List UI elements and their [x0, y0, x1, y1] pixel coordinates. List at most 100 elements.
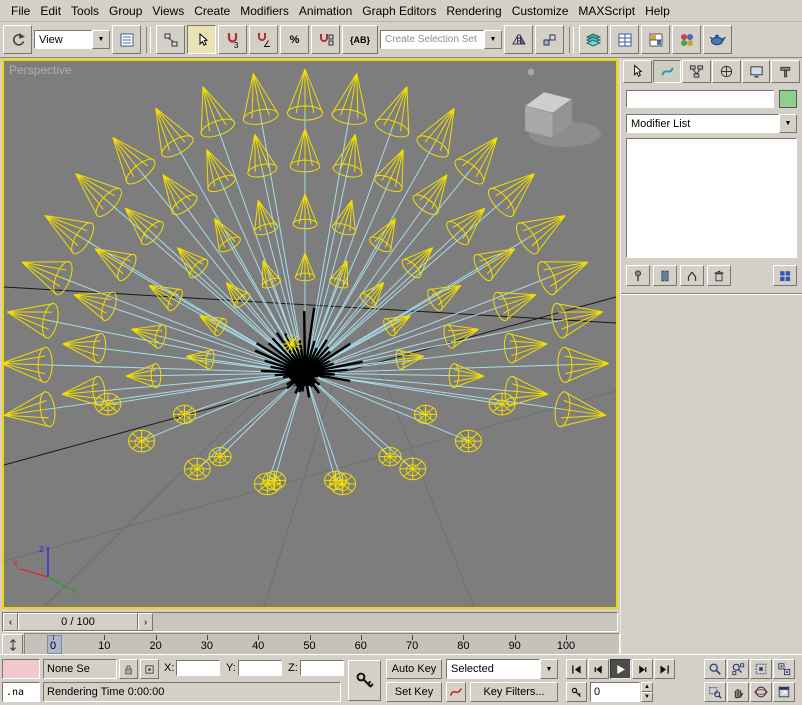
time-slider-track[interactable]: ‹ 0 / 100 ›: [2, 612, 618, 632]
zoom-extents-button[interactable]: [750, 659, 772, 679]
object-name-field[interactable]: [626, 90, 774, 108]
spinner-up-icon[interactable]: ▲: [641, 682, 653, 692]
menu-group[interactable]: Group: [104, 1, 147, 21]
min-max-toggle-button[interactable]: [773, 682, 795, 702]
menu-help[interactable]: Help: [640, 1, 675, 21]
zoom-button[interactable]: [704, 659, 726, 679]
next-frame-button[interactable]: [632, 659, 653, 679]
select-object-button[interactable]: [187, 25, 216, 54]
make-unique-button[interactable]: [680, 265, 704, 286]
mirror-button[interactable]: [504, 25, 533, 54]
named-selection-set-dropdown[interactable]: Create Selection Set ▼: [380, 30, 502, 49]
field-of-view-button[interactable]: [704, 682, 726, 702]
modify-tab[interactable]: [653, 60, 682, 83]
status-bar: .na None Se X: Y: Z: Rendering Time 0:00…: [0, 654, 802, 705]
zoom-all-icon: [731, 662, 745, 676]
menu-bar: FileEditToolsGroupViewsCreateModifiersAn…: [0, 0, 802, 22]
menu-customize[interactable]: Customize: [507, 1, 574, 21]
y-coord-field[interactable]: [238, 660, 282, 676]
frame-spinner[interactable]: ▲ ▼: [641, 682, 653, 702]
menu-file[interactable]: File: [6, 1, 35, 21]
pan-button[interactable]: [727, 682, 749, 702]
undo-button[interactable]: [3, 25, 32, 54]
menu-tools[interactable]: Tools: [66, 1, 104, 21]
create-tab[interactable]: [623, 60, 652, 83]
menu-maxscript[interactable]: MAXScript: [573, 1, 640, 21]
spinner-down-icon[interactable]: ▼: [641, 692, 653, 702]
motion-tab[interactable]: [712, 60, 741, 83]
track-ruler[interactable]: 0102030405060708090100: [24, 633, 620, 655]
align-icon: [542, 32, 558, 48]
time-slider-handle[interactable]: 0 / 100: [18, 613, 138, 631]
set-keys-button[interactable]: [348, 660, 381, 701]
play-animation-button[interactable]: [610, 659, 631, 679]
macro-recorder-field[interactable]: [2, 659, 40, 679]
hierarchy-tab[interactable]: [682, 60, 711, 83]
max-window: { "menu": { "items": ["File","Edit","Too…: [0, 0, 802, 705]
menu-create[interactable]: Create: [189, 1, 235, 21]
z-coord-field[interactable]: [300, 660, 344, 676]
menu-views[interactable]: Views: [147, 1, 189, 21]
percent-snap-button[interactable]: %: [280, 25, 309, 54]
perspective-viewport[interactable]: Perspective z x y: [2, 59, 618, 609]
viewport-scene[interactable]: [4, 61, 616, 607]
key-filter-dropdown[interactable]: Selected ▼: [446, 659, 558, 679]
zoom-all-button[interactable]: [727, 659, 749, 679]
x-coord-field[interactable]: [176, 660, 220, 676]
angle-snap-button[interactable]: ∠: [249, 25, 278, 54]
spinner-snap-button[interactable]: [311, 25, 340, 54]
command-panel: Modifier List ▼: [620, 58, 802, 654]
show-end-result-button[interactable]: [653, 265, 677, 286]
utilities-tab[interactable]: [771, 60, 800, 83]
go-to-start-button[interactable]: [566, 659, 587, 679]
remove-modifier-button[interactable]: [707, 265, 731, 286]
edit-named-selections-button[interactable]: {AB}: [342, 25, 378, 54]
chevron-down-icon[interactable]: ▼: [484, 30, 502, 49]
configure-sets-icon: [778, 269, 792, 283]
key-mode-toggle-button[interactable]: [566, 682, 587, 702]
next-frame-arrow[interactable]: ›: [138, 613, 153, 631]
mini-listener-field[interactable]: .na: [2, 682, 40, 702]
material-editor-button[interactable]: [672, 25, 701, 54]
absolute-offset-toggle[interactable]: [140, 659, 159, 679]
key-filters-button[interactable]: Key Filters...: [470, 682, 558, 702]
previous-frame-button[interactable]: [588, 659, 609, 679]
object-color-swatch[interactable]: [779, 90, 797, 108]
menu-graph-editors[interactable]: Graph Editors: [357, 1, 441, 21]
open-mini-curve-editor-button[interactable]: [2, 634, 23, 655]
set-key-button[interactable]: Set Key: [386, 682, 442, 702]
arc-rotate-button[interactable]: [750, 682, 772, 702]
layer-manager-button[interactable]: [641, 25, 670, 54]
current-frame-field[interactable]: 0: [590, 682, 640, 702]
display-tab[interactable]: [742, 60, 771, 83]
chevron-down-icon[interactable]: ▼: [92, 30, 110, 49]
select-and-link-button[interactable]: [156, 25, 185, 54]
select-by-name-button[interactable]: [112, 25, 141, 54]
go-to-end-button[interactable]: [654, 659, 675, 679]
menu-modifiers[interactable]: Modifiers: [235, 1, 294, 21]
menu-rendering[interactable]: Rendering: [441, 1, 506, 21]
previous-frame-arrow[interactable]: ‹: [3, 613, 18, 631]
modifier-stack-list[interactable]: [626, 138, 797, 258]
chevron-down-icon[interactable]: ▼: [779, 114, 797, 133]
reference-coordsys-dropdown[interactable]: View ▼: [34, 30, 110, 49]
named-selection-set-value: Create Selection Set: [380, 30, 484, 49]
selection-lock-button[interactable]: [119, 659, 138, 679]
curve-editor-button[interactable]: [579, 25, 608, 54]
auto-key-button[interactable]: Auto Key: [386, 659, 442, 679]
menu-edit[interactable]: Edit: [35, 1, 66, 21]
pin-stack-button[interactable]: [626, 265, 650, 286]
viewport-label[interactable]: Perspective: [9, 63, 72, 77]
default-tangent-button[interactable]: [446, 682, 466, 702]
hierarchy-icon: [689, 64, 704, 79]
zoom-extents-all-button[interactable]: [773, 659, 795, 679]
snap-toggle-3d-button[interactable]: 3: [218, 25, 247, 54]
configure-modifier-sets-button[interactable]: [773, 265, 797, 286]
render-scene-button[interactable]: [703, 25, 732, 54]
schematic-view-button[interactable]: [610, 25, 639, 54]
chevron-down-icon[interactable]: ▼: [540, 659, 558, 679]
key-icon: [354, 670, 376, 692]
modifier-list-dropdown[interactable]: Modifier List ▼: [626, 114, 797, 133]
menu-animation[interactable]: Animation: [294, 1, 357, 21]
align-button[interactable]: [535, 25, 564, 54]
